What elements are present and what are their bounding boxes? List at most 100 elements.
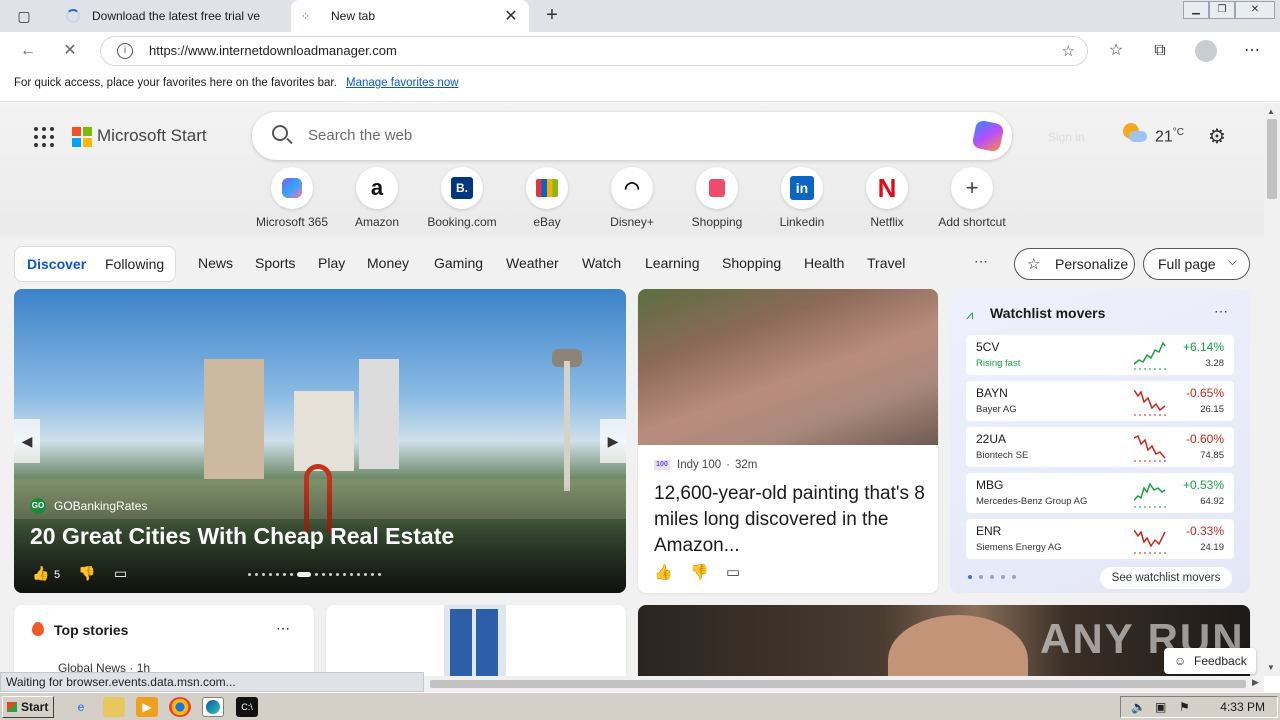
category-gaming[interactable]: Gaming <box>434 255 483 271</box>
add-shortcut-button[interactable]: + Add shortcut <box>929 167 1015 229</box>
shortcut-booking[interactable]: B. Booking.com <box>419 167 505 229</box>
scroll-thumb[interactable] <box>1267 119 1277 199</box>
personalize-button[interactable]: ☆ Personalize <box>1014 248 1135 280</box>
more-categories-icon[interactable]: ⋯ <box>974 253 988 270</box>
carousel-prev-button[interactable]: ◀ <box>14 419 40 463</box>
separator: · <box>726 459 730 471</box>
shortcut-ebay[interactable]: eBay <box>504 167 590 229</box>
url-text[interactable]: https://www.internetdownloadmanager.com <box>149 43 397 58</box>
category-health[interactable]: Health <box>804 255 844 271</box>
category-play[interactable]: Play <box>318 255 345 271</box>
gobankingrates-logo-icon: GO <box>30 498 46 514</box>
brand-name[interactable]: Microsoft Start <box>97 126 207 146</box>
tab-new-tab[interactable]: ⁘ New tab ✕ <box>291 0 529 32</box>
dislike-icon[interactable]: 👎 <box>690 563 709 581</box>
stop-loading-icon[interactable]: ✕ <box>58 40 82 62</box>
settings-more-icon[interactable]: ⋯ <box>1241 41 1263 61</box>
more-options-icon[interactable]: ⋯ <box>1214 303 1228 320</box>
new-tab-button[interactable]: + <box>540 4 564 28</box>
hero-article-card[interactable]: ◀ ▶ GO GOBankingRates 20 Great Cities Wi… <box>14 289 626 593</box>
collections-icon[interactable]: ⧉ <box>1149 41 1171 61</box>
article-source[interactable]: 100 Indy 100 · 32m <box>654 459 757 471</box>
feedback-button[interactable]: Feedback <box>1164 648 1256 674</box>
dislike-icon[interactable]: 👎 <box>78 565 95 582</box>
shortcut-shopping[interactable]: Shopping <box>674 167 760 229</box>
stock-row[interactable]: 22UA Biontech SE -0.60% 74.85 <box>966 427 1234 467</box>
article-source[interactable]: GO GOBankingRates <box>30 498 147 514</box>
hero-headline[interactable]: 20 Great Cities With Cheap Real Estate <box>30 523 454 550</box>
article-card[interactable] <box>326 605 626 676</box>
stock-row[interactable]: ENR Siemens Energy AG -0.33% 24.19 <box>966 519 1234 559</box>
category-weather[interactable]: Weather <box>506 255 559 271</box>
sign-in-link[interactable]: Sign in <box>1048 130 1085 144</box>
favorites-icon[interactable]: ☆ <box>1105 41 1127 61</box>
minimize-button[interactable]: ▁ <box>1183 1 1209 19</box>
comment-icon[interactable]: ▭ <box>114 565 127 582</box>
like-icon[interactable]: 👍 <box>32 565 49 582</box>
scroll-thumb[interactable] <box>430 680 1246 688</box>
like-count: 5 <box>54 569 61 581</box>
layout-dropdown[interactable]: Full page ⌵ <box>1143 248 1250 280</box>
flag-icon[interactable]: ⚑ <box>1179 700 1190 714</box>
stock-symbol: 22UA <box>976 432 1007 446</box>
tab-following[interactable]: Following <box>105 256 164 272</box>
shortcut-linkedin[interactable]: in Linkedin <box>759 167 845 229</box>
see-watchlist-button[interactable]: See watchlist movers <box>1100 567 1232 589</box>
maximize-button[interactable]: ❐ <box>1209 1 1235 19</box>
edge-icon[interactable] <box>202 697 224 717</box>
sparkline-chart <box>1134 482 1166 508</box>
close-tab-icon[interactable]: ✕ <box>503 6 519 26</box>
tab-actions-icon[interactable]: ▢ <box>8 4 40 28</box>
start-button[interactable]: Start <box>2 696 54 718</box>
copilot-icon[interactable] <box>971 119 1005 153</box>
watchlist-pager[interactable] <box>968 575 1016 579</box>
category-money[interactable]: Money <box>367 255 409 271</box>
cmd-icon[interactable]: C:\ <box>236 697 258 717</box>
shortcut-netflix[interactable]: N Netflix <box>844 167 930 229</box>
page-settings-gear-icon[interactable]: ⚙ <box>1208 124 1226 149</box>
stock-price: 26.15 <box>1200 404 1224 415</box>
stock-row[interactable]: 5CV Rising fast +6.14% 3.28 <box>966 335 1234 375</box>
chrome-icon[interactable] <box>169 697 191 717</box>
close-window-button[interactable]: ✕ <box>1235 1 1275 19</box>
category-shopping[interactable]: Shopping <box>722 255 781 271</box>
site-info-icon[interactable]: i <box>117 43 133 59</box>
weather-icon[interactable] <box>1123 123 1147 147</box>
profile-avatar[interactable] <box>1195 40 1217 62</box>
category-travel[interactable]: Travel <box>867 255 905 271</box>
carousel-next-button[interactable]: ▶ <box>600 419 626 463</box>
category-news[interactable]: News <box>198 255 233 271</box>
shortcut-disney-plus[interactable]: ◠ Disney+ <box>589 167 675 229</box>
tab-idm[interactable]: Download the latest free trial ve <box>56 0 290 32</box>
media-player-icon[interactable]: ▶ <box>136 697 158 717</box>
shortcut-microsoft-365[interactable]: Microsoft 365 <box>249 167 335 229</box>
stock-row[interactable]: BAYN Bayer AG -0.65% 26.15 <box>966 381 1234 421</box>
ie-icon[interactable]: e <box>70 697 92 717</box>
category-sports[interactable]: Sports <box>255 255 295 271</box>
clock[interactable]: 4:33 PM <box>1220 700 1265 714</box>
stock-row[interactable]: MBG Mercedes-Benz Group AG +0.53% 64.92 <box>966 473 1234 513</box>
tab-strip: ▢ Download the latest free trial ve ⁘ Ne… <box>0 0 1280 32</box>
top-stories-title[interactable]: Top stories <box>54 622 128 638</box>
category-watch[interactable]: Watch <box>582 255 621 271</box>
like-icon[interactable]: 👍 <box>654 563 673 581</box>
shortcut-amazon[interactable]: a Amazon <box>334 167 420 229</box>
comment-icon[interactable]: ▭ <box>726 563 740 581</box>
article-headline[interactable]: 12,600-year-old painting that's 8 miles … <box>654 481 926 559</box>
network-icon[interactable]: ▣ <box>1155 700 1166 714</box>
app-launcher-icon[interactable] <box>34 127 54 147</box>
folder-icon[interactable] <box>103 697 125 717</box>
tab-discover[interactable]: Discover <box>27 256 86 272</box>
vertical-scrollbar[interactable]: ▲ ▼ <box>1264 103 1280 676</box>
web-search-box[interactable]: Search the web <box>252 112 1012 160</box>
news-card[interactable]: 100 Indy 100 · 32m 12,600-year-old paint… <box>638 289 938 593</box>
temperature[interactable]: 21°C <box>1155 127 1184 146</box>
category-learning[interactable]: Learning <box>645 255 700 271</box>
add-favorite-icon[interactable]: ☆ <box>1062 42 1075 60</box>
watchlist-title[interactable]: Watchlist movers <box>990 305 1105 321</box>
manage-favorites-link[interactable]: Manage favorites now <box>346 77 459 89</box>
volume-icon[interactable]: 🔈 <box>1131 700 1146 714</box>
back-icon[interactable]: ← <box>16 40 40 62</box>
more-options-icon[interactable]: ⋯ <box>276 620 290 637</box>
url-field[interactable]: i https://www.internetdownloadmanager.co… <box>100 36 1088 66</box>
